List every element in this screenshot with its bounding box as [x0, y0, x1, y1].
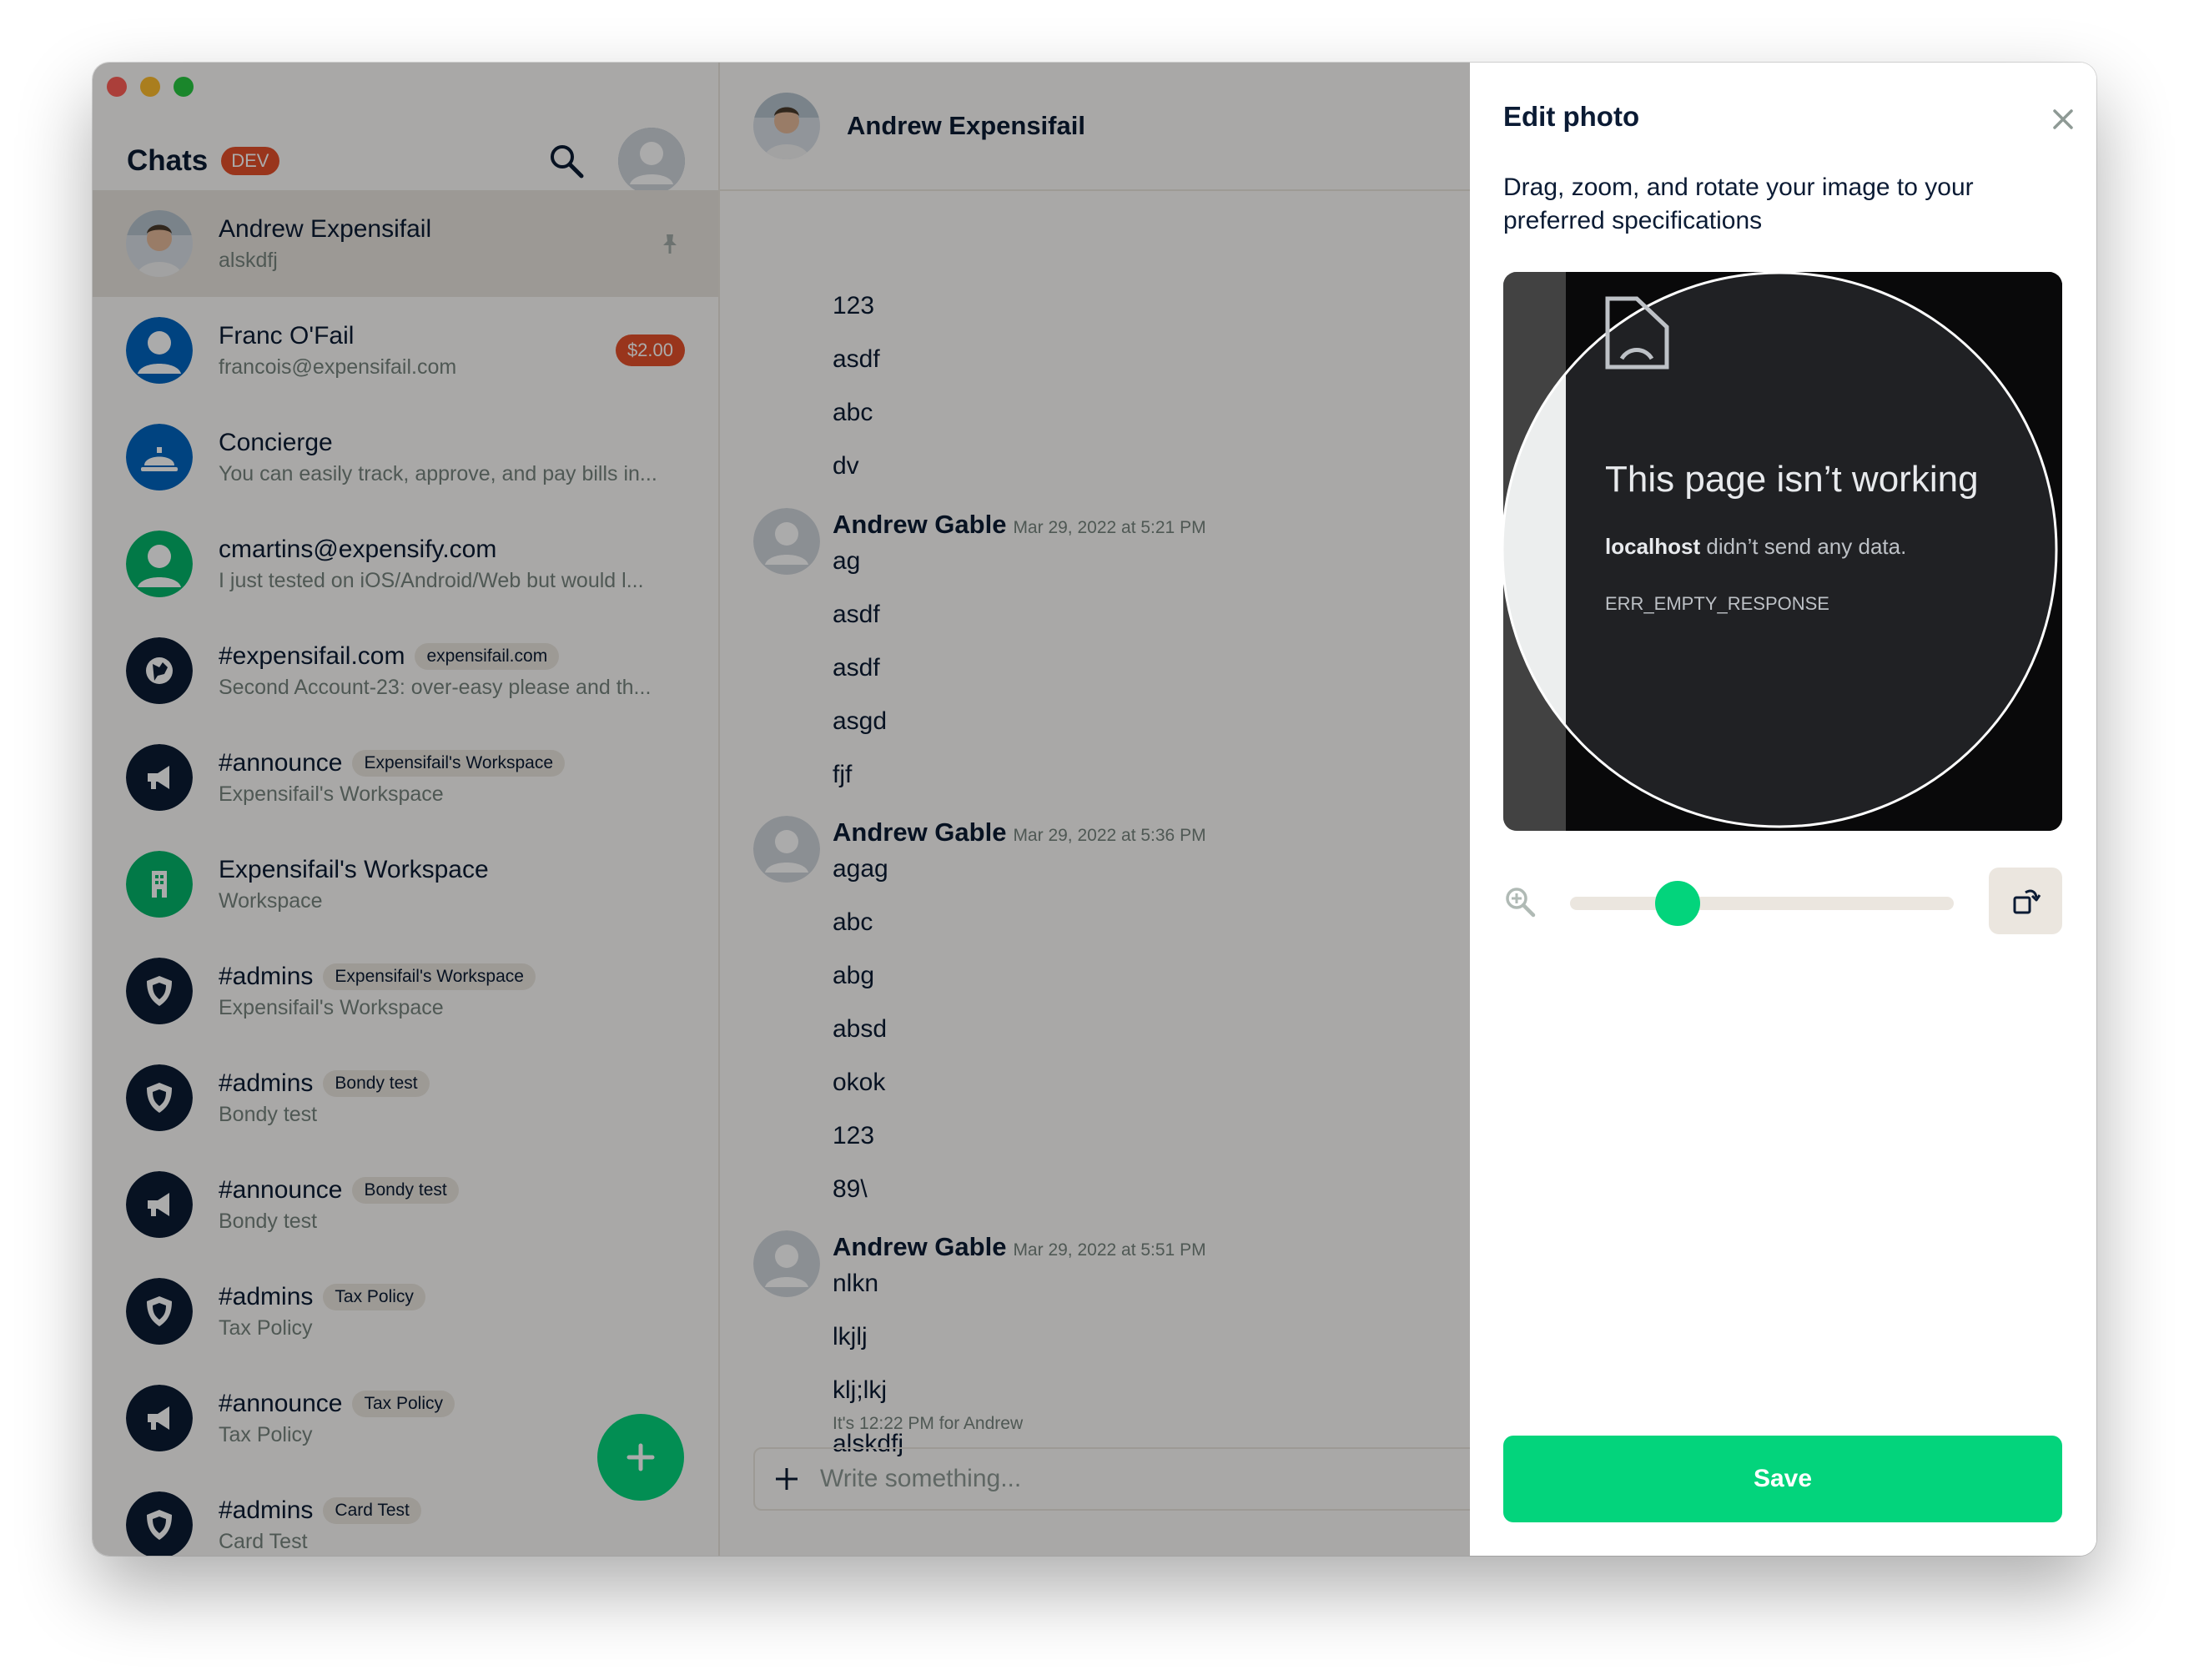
panel-title: Edit photo — [1503, 101, 1640, 132]
preview-error-code: ERR_EMPTY_RESPONSE — [1605, 593, 1829, 614]
rotate-icon — [2013, 889, 2041, 914]
panel-description: Drag, zoom, and rotate your image to you… — [1503, 174, 1974, 234]
preview-host: localhost — [1605, 534, 1701, 559]
zoom-slider-thumb[interactable] — [1654, 881, 1700, 926]
zoom-icon — [1506, 888, 1536, 918]
preview-heading: This page isn’t working — [1605, 459, 1979, 500]
close-icon[interactable] — [2050, 106, 2076, 133]
edit-photo-panel: Edit photo Drag, zoom, and rotate your i… — [1470, 63, 2096, 1556]
save-button[interactable]: Save — [1503, 1436, 2062, 1522]
app-window: Chats DEV Andrew Expensifail alskdfj Fra… — [93, 63, 2096, 1556]
zoom-control — [1503, 863, 2062, 938]
image-cropper[interactable]: This page isn’t working localhost didn’t… — [1503, 272, 2062, 831]
preview-message-text: didn’t send any data. — [1700, 534, 1907, 559]
preview-message: localhost didn’t send any data. — [1605, 534, 1906, 560]
zoom-slider[interactable] — [1570, 881, 1954, 926]
rotate-button[interactable] — [1989, 868, 2062, 934]
modal-backdrop[interactable] — [93, 63, 1470, 1556]
